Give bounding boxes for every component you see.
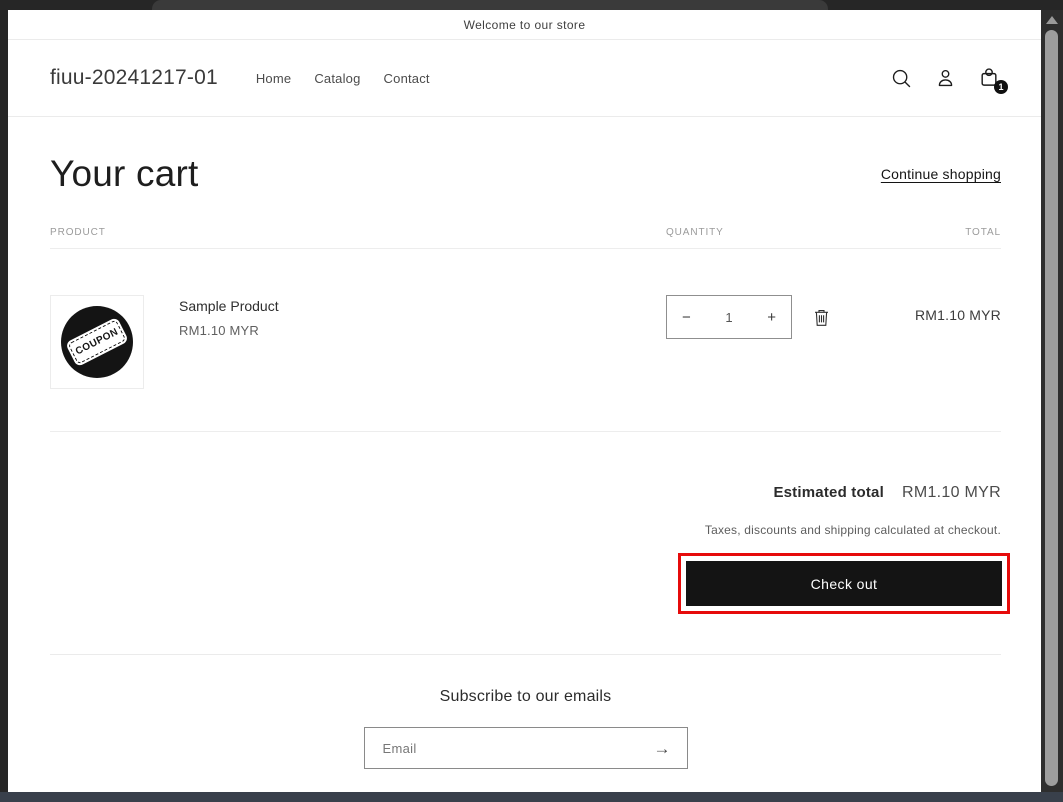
page-title: Your cart [50, 153, 199, 194]
tax-note: Taxes, discounts and shipping calculated… [704, 523, 1001, 537]
arrow-right-icon: → [653, 738, 671, 758]
site-footer: Subscribe to our emails → [50, 654, 1001, 792]
coupon-label: COUPON [73, 326, 121, 358]
column-total: Total [965, 227, 1001, 238]
checkout-highlight-box: Check out [678, 553, 1010, 614]
estimated-total-value: RM1.10 MYR [901, 484, 1001, 501]
email-field[interactable] [382, 740, 654, 756]
cart-footer: Estimated total RM1.10 MYR Taxes, discou… [50, 484, 1010, 614]
scroll-up-arrow-icon[interactable] [1046, 16, 1058, 24]
quantity-decrease-button[interactable]: − [682, 310, 691, 325]
announcement-text: Welcome to our store [463, 17, 586, 32]
newsletter-submit-button[interactable]: → [654, 740, 671, 757]
cart-section: Your cart Continue shopping Product Quan… [8, 153, 1041, 792]
quantity-increase-button[interactable]: + [767, 310, 776, 325]
column-product: Product [50, 227, 106, 238]
remove-item-button[interactable] [813, 308, 830, 330]
trash-icon [813, 310, 830, 330]
cart-item-row: COUPON Sample Product RM1.10 MYR − 1 + R… [50, 249, 1001, 432]
store-page: Welcome to our store fiuu-20241217-01 Ho… [8, 10, 1041, 792]
browser-scrollbar[interactable] [1041, 10, 1063, 792]
account-button[interactable] [933, 66, 957, 90]
main-nav: Home Catalog Contact [256, 71, 430, 86]
quantity-stepper: − 1 + [666, 295, 792, 339]
header-icons: 1 [889, 66, 1008, 94]
product-price: RM1.10 MYR [179, 323, 260, 338]
cart-button[interactable]: 1 [977, 66, 1008, 94]
continue-shopping-link[interactable]: Continue shopping [881, 166, 1001, 182]
nav-link-catalog[interactable]: Catalog [314, 71, 360, 86]
coupon-stamp: COUPON [61, 306, 133, 378]
checkout-button[interactable]: Check out [686, 561, 1002, 606]
scrollbar-thumb[interactable] [1045, 30, 1058, 786]
product-title-link[interactable]: Sample Product [179, 295, 279, 314]
search-icon [891, 68, 912, 89]
store-name-link[interactable]: fiuu-20241217-01 [50, 66, 218, 90]
column-quantity: Quantity [666, 227, 724, 238]
subscribe-heading: Subscribe to our emails [439, 688, 612, 705]
newsletter-form: → [363, 727, 688, 769]
window-bottom-bar [0, 792, 1063, 802]
nav-link-contact[interactable]: Contact [384, 71, 430, 86]
account-icon [935, 68, 956, 89]
search-button[interactable] [889, 66, 913, 90]
estimated-total-label: Estimated total [773, 484, 884, 501]
announcement-bar: Welcome to our store [8, 10, 1041, 40]
quantity-value[interactable]: 1 [725, 310, 732, 325]
nav-link-home[interactable]: Home [256, 71, 291, 86]
cart-count-badge: 1 [994, 80, 1008, 94]
site-header: fiuu-20241217-01 Home Catalog Contact 1 [8, 40, 1041, 117]
line-item-total: RM1.10 MYR [914, 307, 1001, 323]
product-image[interactable]: COUPON [50, 295, 144, 389]
window-top-tab [152, 0, 828, 10]
cart-table-header: Product Quantity Total [50, 227, 1001, 249]
